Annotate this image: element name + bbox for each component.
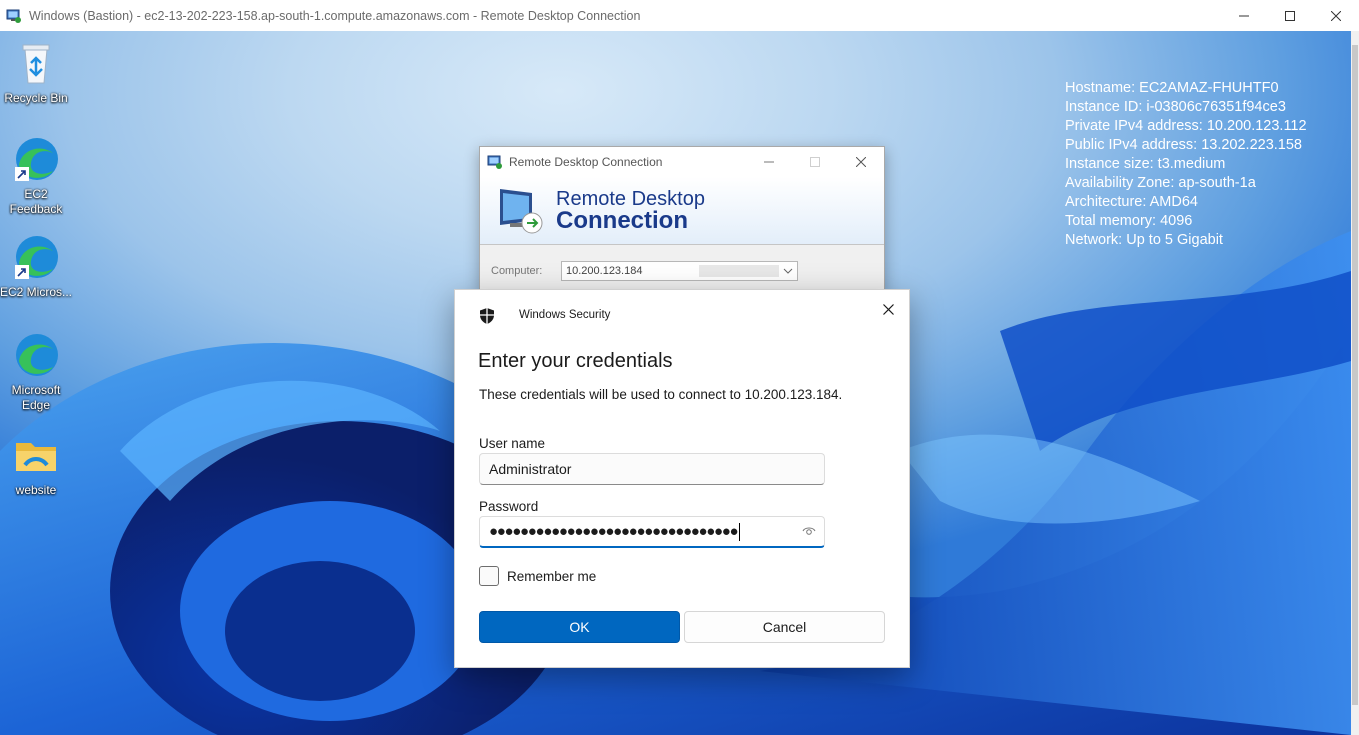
monitor-icon (500, 189, 543, 234)
dialog-close-button[interactable] (879, 300, 897, 318)
computer-combobox[interactable]: 10.200.123.184 (561, 261, 798, 281)
password-label: Password (479, 499, 539, 514)
maximize-icon (810, 157, 820, 167)
ok-button[interactable]: OK (479, 611, 680, 643)
windows-security-dialog[interactable]: Windows Security Enter your credentials … (454, 289, 910, 668)
dialog-title: Windows Security (519, 309, 611, 321)
edge-icon (16, 334, 58, 376)
edge-shortcut-icon (15, 138, 58, 181)
info-availability-zone: Availability Zone: ap-south-1a (1065, 175, 1256, 191)
close-icon (1331, 10, 1341, 21)
rdp-window-titlebar[interactable]: Windows (Bastion) - ec2-13-202-223-158.a… (0, 0, 1359, 31)
minimize-icon (764, 161, 774, 163)
rdc-banner-line2: Connection (556, 207, 688, 234)
remote-desktop-icon (6, 9, 21, 23)
dialog-description: These credentials will be used to connec… (479, 387, 843, 402)
rdc-banner: Remote Desktop Connection (480, 177, 884, 245)
desktop-icon-label: Recycle Bin (4, 91, 68, 105)
maximize-icon (1285, 10, 1295, 21)
rdc-close-button[interactable] (838, 147, 884, 177)
reveal-password-icon[interactable] (802, 525, 816, 537)
recycle-bin-icon (22, 44, 50, 84)
dialog-heading: Enter your credentials (478, 350, 673, 372)
instance-info-overlay: Hostname: EC2AMAZ-FHUHTF0 Instance ID: i… (1065, 79, 1307, 250)
info-instance-size: Instance size: t3.medium (1065, 156, 1226, 172)
minimize-button[interactable] (1221, 0, 1267, 31)
close-button[interactable] (1313, 0, 1359, 31)
info-private-ip: Private IPv4 address: 10.200.123.112 (1065, 118, 1307, 134)
desktop-icon-label: EC2 Feedback (9, 187, 63, 216)
rdc-minimize-button[interactable] (746, 147, 792, 177)
close-icon (882, 303, 894, 315)
edge-shortcut-icon (15, 236, 58, 279)
rdc-window[interactable]: Remote Desktop Connection Remote Desktop… (479, 146, 885, 291)
folder-icon (16, 443, 56, 471)
username-value: Administrator (489, 461, 572, 477)
info-hostname: Hostname: EC2AMAZ-FHUHTF0 (1065, 80, 1279, 96)
rdc-titlebar[interactable]: Remote Desktop Connection (480, 147, 884, 177)
scrollbar-thumb[interactable] (1352, 45, 1358, 705)
desktop-icon-ec2-micros[interactable]: EC2 Micros... (0, 233, 72, 300)
computer-value: 10.200.123.184 (566, 265, 643, 277)
info-total-memory: Total memory: 4096 (1065, 213, 1193, 229)
rdc-computer-row: Computer: 10.200.123.184 (491, 261, 798, 281)
password-field[interactable]: ●●●●●●●●●●●●●●●●●●●●●●●●●●●●●●●● (479, 516, 825, 548)
desktop-icon-label: website (15, 483, 57, 497)
info-instance-id: Instance ID: i-03806c76351f94ce3 (1065, 99, 1286, 115)
remote-desktop-icon (487, 155, 502, 169)
info-public-ip: Public IPv4 address: 13.202.223.158 (1065, 137, 1302, 153)
info-architecture: Architecture: AMD64 (1065, 194, 1198, 210)
close-icon (856, 157, 866, 167)
password-mask: ●●●●●●●●●●●●●●●●●●●●●●●●●●●●●●●● (489, 523, 739, 540)
maximize-button[interactable] (1267, 0, 1313, 31)
rdc-title: Remote Desktop Connection (509, 155, 663, 169)
info-network: Network: Up to 5 Gigabit (1065, 232, 1223, 248)
remember-me-row[interactable]: Remember me (479, 566, 596, 586)
remember-me-label: Remember me (507, 568, 597, 584)
username-label: User name (479, 436, 546, 451)
desktop-icon-label: Microsoft Edge (11, 383, 61, 412)
vertical-scrollbar[interactable] (1351, 31, 1359, 735)
remember-me-checkbox[interactable] (479, 566, 499, 586)
minimize-icon (1239, 15, 1249, 16)
desktop-icon-microsoft-edge[interactable]: Microsoft Edge (0, 331, 72, 413)
shield-icon (480, 308, 494, 324)
chevron-down-icon[interactable] (782, 264, 794, 278)
window-title: Windows (Bastion) - ec2-13-202-223-158.a… (29, 8, 641, 23)
cancel-button[interactable]: Cancel (684, 611, 885, 643)
username-field[interactable]: Administrator (479, 453, 825, 485)
combo-selection-highlight (699, 265, 779, 277)
rdc-maximize-button[interactable] (792, 147, 838, 177)
desktop-icon-ec2-feedback[interactable]: EC2 Feedback (0, 135, 72, 217)
text-caret (739, 522, 741, 541)
desktop-icon-recycle-bin[interactable]: Recycle Bin (0, 39, 72, 106)
computer-label: Computer: (491, 265, 543, 277)
desktop-icon-website[interactable]: website (0, 431, 72, 498)
desktop-icon-label: EC2 Micros... (0, 285, 73, 299)
